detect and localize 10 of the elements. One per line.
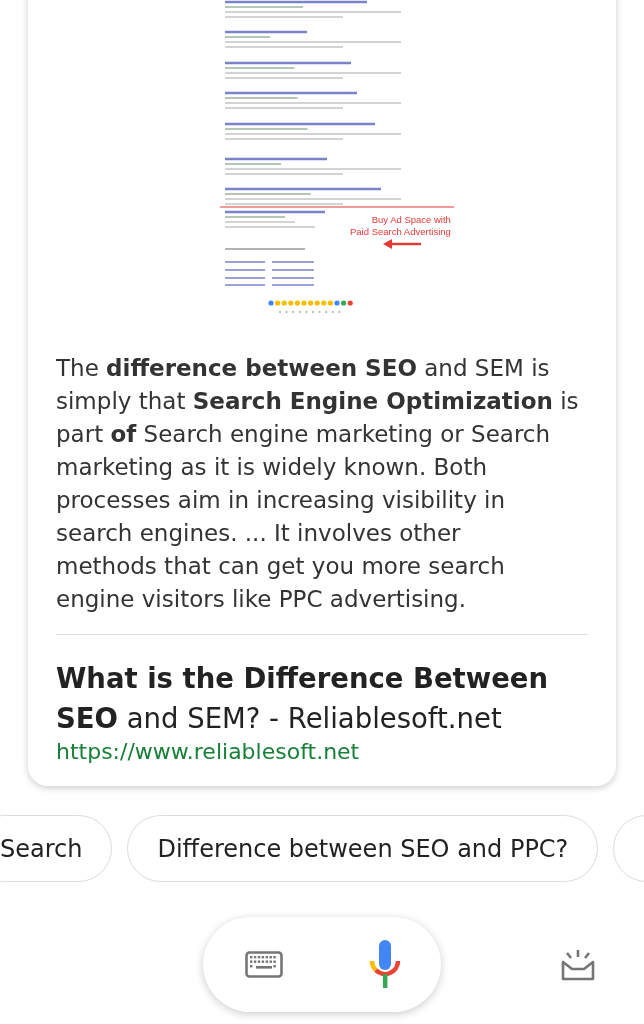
- suggestion-chip[interactable]: Search: [0, 815, 113, 882]
- annotation-arrow: [383, 239, 421, 249]
- suggestion-chip[interactable]: Difference between SEO and PPC?: [127, 815, 599, 882]
- snippet-text: The difference between SEO and SEM is simply that Search Engine Optimization is part of Search engine marketing or Search marketing as it is widely known. Both processes aim in increasing visibility in search engines. ... It involves other methods that can get you more search engine visitors like PPC advertising.: [56, 354, 580, 614]
- tray-icon[interactable]: [561, 948, 595, 981]
- image-annotation: Buy Ad Space with Paid Search Advertising: [350, 214, 451, 238]
- keyboard-icon[interactable]: [245, 951, 283, 978]
- microphone-icon[interactable]: [368, 939, 402, 990]
- result-title[interactable]: What is the Difference Between SEO and SEM? - Reliablesoft.net: [56, 658, 588, 738]
- source-url-link[interactable]: https://www.reliablesoft.net: [56, 738, 360, 766]
